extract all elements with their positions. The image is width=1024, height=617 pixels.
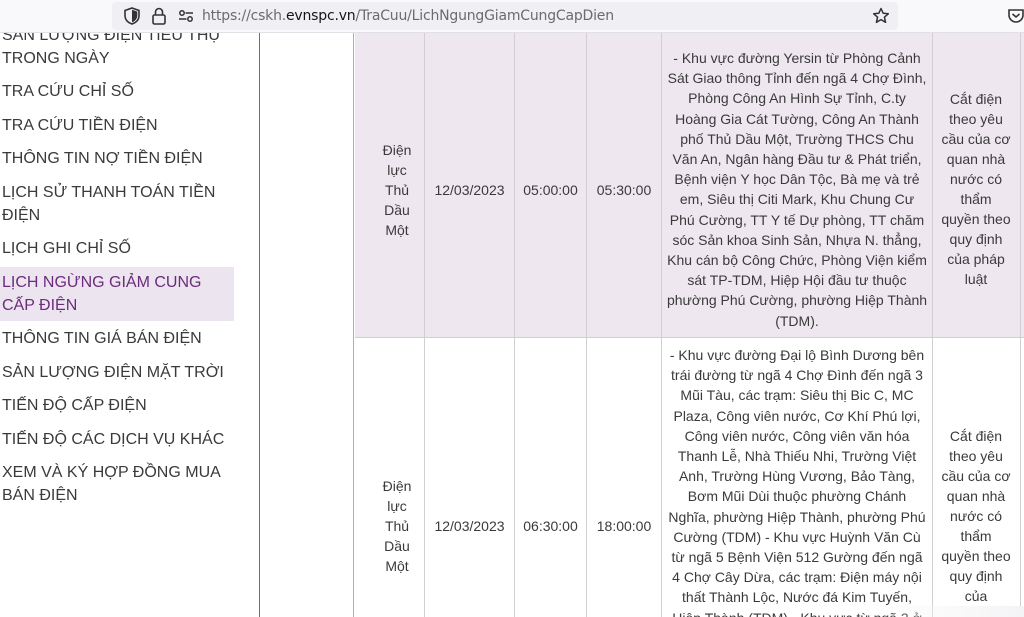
sidebar-item-payment-history[interactable]: LỊCH SỬ THANH TOÁN TIỀN ĐIỆN (0, 181, 234, 227)
table-col-divider (1020, 33, 1021, 617)
content-border-left (259, 33, 260, 617)
sidebar-item-other-services[interactable]: TIẾN ĐỘ CÁC DỊCH VỤ KHÁC (0, 428, 234, 451)
table-cell-area: - Khu vực đường Đại lộ Bình Dương bên tr… (668, 347, 926, 617)
url-path: /TraCuu/LichNgungGiamCungCapDien (355, 8, 614, 24)
sidebar-item-meter-lookup[interactable]: TRA CỨU CHỈ SỐ (0, 80, 234, 103)
table-cell-unit: Điện lực Thủ Dầu Một (382, 142, 412, 238)
sidebar-item-price-info[interactable]: THÔNG TIN GIÁ BÁN ĐIỆN (0, 327, 234, 350)
table-cell-reason: Cắt điện theo yêu cầu của cơ quan nhà nư… (941, 91, 1011, 287)
table-cell-date: 12/03/2023 (434, 518, 505, 534)
table-col-divider (932, 33, 933, 617)
table-cell-end-time: 18:00:00 (596, 518, 652, 534)
tracking-protection-shield-icon[interactable] (122, 6, 142, 26)
table-cell-unit: Điện lực Thủ Dầu Một (382, 478, 412, 574)
sidebar-item-bill-lookup[interactable]: TRA CỨU TIỀN ĐIỆN (0, 114, 234, 137)
table-cell-area: - Khu vực đường Yersin từ Phòng Cảnh Sát… (666, 50, 928, 329)
sidebar-item-connection-progress[interactable]: TIẾN ĐỘ CẤP ĐIỆN (0, 394, 234, 417)
lock-icon[interactable] (149, 6, 169, 26)
browser-toolbar: https://cskh.evnspc.vn/TraCuu/LichNgungG… (0, 0, 1024, 33)
table-row-divider (355, 337, 1024, 338)
sidebar-item-daily-consumption[interactable]: SẢN LƯỢNG ĐIỆN TIÊU THỤ TRONG NGÀY (0, 33, 234, 70)
url-text[interactable]: https://cskh.evnspc.vn/TraCuu/LichNgungG… (202, 8, 614, 24)
sidebar-item-outage-schedule[interactable]: LỊCH NGỪNG GIẢM CUNG CẤP ĐIỆN (0, 267, 234, 321)
table-cell-start-time: 05:00:00 (523, 182, 578, 198)
url-host: evnspc.vn (286, 8, 356, 24)
sidebar-menu: SẢN LƯỢNG ĐIỆN TIÊU THỤ TRONG NGÀY TRA C… (0, 33, 240, 617)
content-border-inner (353, 33, 354, 617)
bookmark-star-icon[interactable] (871, 6, 891, 26)
sidebar-item-solar-output[interactable]: SẢN LƯỢNG ĐIỆN MẶT TRỜI (0, 361, 234, 384)
url-prefix: https://cskh. (202, 8, 287, 24)
sidebar-item-debt-info[interactable]: THÔNG TIN NỢ TIỀN ĐIỆN (0, 147, 234, 170)
table-col-divider (661, 33, 662, 617)
table-cell-reason: Cắt điện theo yêu cầu của cơ quan nhà nư… (941, 428, 1011, 604)
scroll-fade (880, 606, 1024, 617)
table-cell-end-time: 05:30:00 (596, 182, 652, 198)
sidebar-item-reading-schedule[interactable]: LỊCH GHI CHỈ SỐ (0, 237, 234, 260)
pocket-icon[interactable] (1006, 6, 1024, 26)
table-cell-start-time: 06:30:00 (523, 518, 578, 534)
permissions-icon[interactable] (176, 6, 196, 26)
sidebar-item-contracts[interactable]: XEM VÀ KÝ HỢP ĐỒNG MUA BÁN ĐIỆN (0, 461, 234, 507)
table-cell-date: 12/03/2023 (434, 182, 505, 198)
